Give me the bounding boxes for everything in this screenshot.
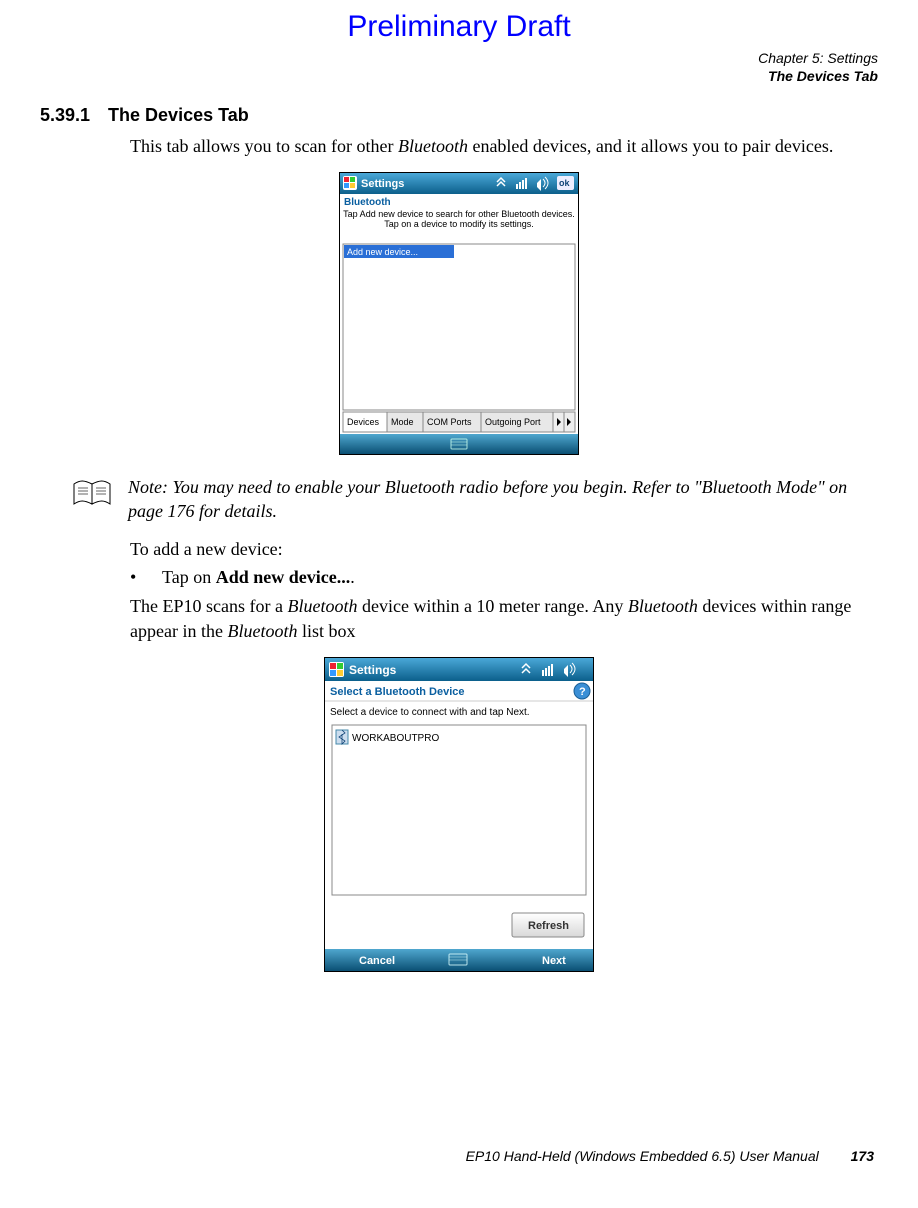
cancel-button[interactable]: Cancel [359, 955, 395, 967]
add-device-lead: To add a new device: [130, 537, 878, 561]
chapter-header: Chapter 5: Settings The Devices Tab [40, 50, 878, 85]
note-body: You may need to enable your Bluetooth ra… [128, 477, 847, 520]
tab-comports-label: COM Ports [427, 417, 472, 427]
device-item[interactable]: WORKABOUTPRO [336, 730, 439, 744]
ss1-titlebar: Settings [361, 178, 404, 190]
ss1-help-text: Tap Add new device to search for other B… [343, 209, 575, 230]
intro-text-bluetooth: Bluetooth [398, 136, 468, 156]
preliminary-draft-label: Preliminary Draft [40, 10, 878, 44]
section-heading: 5.39.1 The Devices Tab [40, 105, 878, 126]
bullet-dot: • [130, 567, 162, 588]
intro-text-c: enabled devices, and it allows you to pa… [468, 136, 833, 156]
ss2-titlebar: Settings [349, 663, 397, 677]
tab-mode-label: Mode [391, 417, 414, 427]
footer-book: EP10 Hand-Held (Windows Embedded 6.5) Us… [466, 1148, 819, 1164]
note-block: Note: You may need to enable your Blueto… [70, 476, 878, 523]
ss1-add-new: Add new device... [347, 247, 418, 257]
scan-f: Bluetooth [227, 621, 297, 641]
note-icon [70, 478, 118, 513]
ss1-tabs: Devices Mode COM Ports Outgoing Port [343, 412, 575, 432]
section-number: 5.39.1 [40, 105, 90, 126]
tab-outgoing-label: Outgoing Port [485, 417, 541, 427]
scan-a: The EP10 scans for a [130, 596, 287, 616]
chapter-line: Chapter 5: Settings [40, 50, 878, 68]
bullet-text-c: . [350, 567, 355, 587]
refresh-label: Refresh [528, 920, 569, 932]
bullet-text-b: Add new device... [216, 567, 351, 587]
scan-g: list box [297, 621, 355, 641]
scan-paragraph: The EP10 scans for a Bluetooth device wi… [130, 594, 878, 643]
intro-paragraph: This tab allows you to scan for other Bl… [130, 134, 878, 158]
scan-c: device within a 10 meter range. Any [357, 596, 627, 616]
section-title: The Devices Tab [108, 105, 249, 125]
next-button[interactable]: Next [542, 955, 566, 967]
tab-devices-label: Devices [347, 417, 380, 427]
ok-label: ok [559, 178, 570, 188]
ss2-window-title: Select a Bluetooth Device [330, 686, 465, 698]
bullet-add-new-device: • Tap on Add new device.... [130, 567, 878, 588]
screenshot-bluetooth-devices: Settings ok Bluetooth Tap Add new device… [40, 172, 878, 460]
scan-b: Bluetooth [287, 596, 357, 616]
ss2-device: WORKABOUTPRO [352, 733, 439, 744]
help-icon-label: ? [579, 686, 586, 698]
bullet-text-a: Tap on [162, 567, 216, 587]
ss2-instruction: Select a device to connect with and tap … [330, 707, 530, 718]
scan-d: Bluetooth [628, 596, 698, 616]
page-footer: EP10 Hand-Held (Windows Embedded 6.5) Us… [466, 1148, 874, 1164]
screenshot-select-device: Settings Select a Bluetooth Device ? Sel… [40, 657, 878, 977]
footer-page: 173 [851, 1148, 874, 1164]
note-prefix: Note: [128, 477, 173, 497]
ss1-window-title: Bluetooth [344, 197, 391, 208]
chapter-section-line: The Devices Tab [40, 68, 878, 86]
intro-text-a: This tab allows you to scan for other [130, 136, 398, 156]
